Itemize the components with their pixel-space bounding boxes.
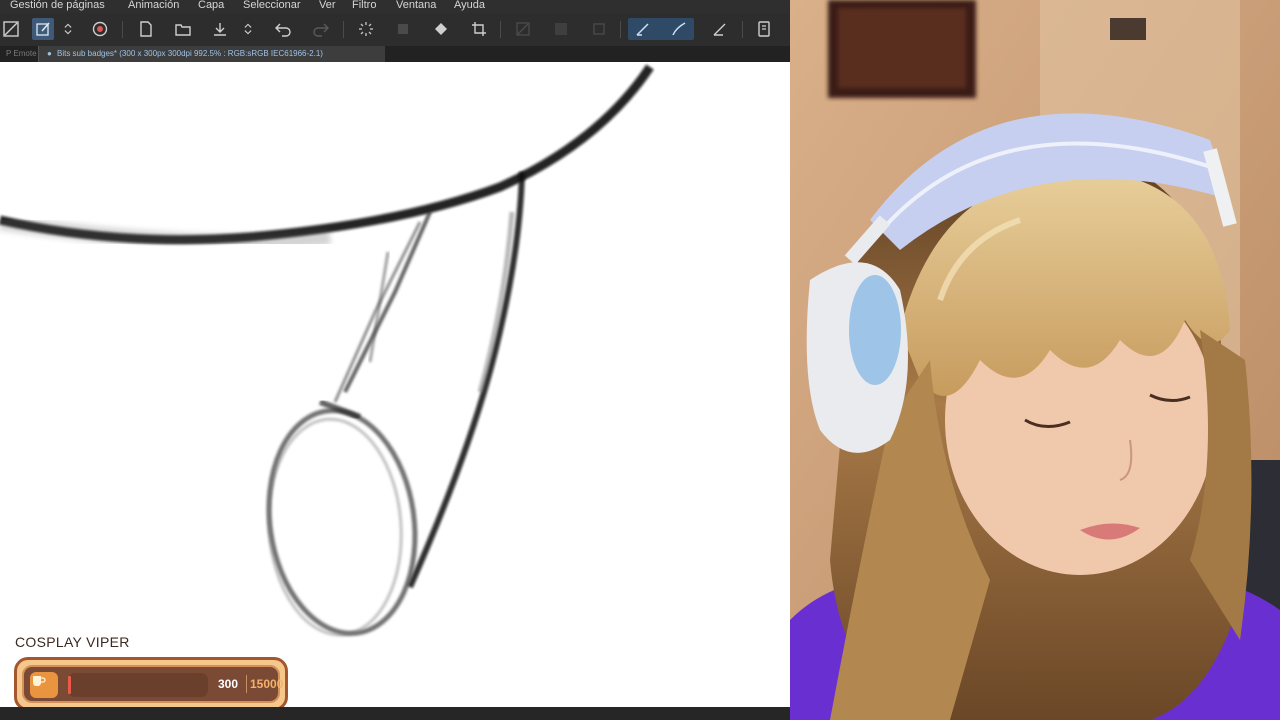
pencil-icon[interactable] xyxy=(709,18,731,40)
command-toolbar xyxy=(0,13,790,46)
coffee-cup-icon xyxy=(30,672,58,698)
pen-icon xyxy=(636,23,649,36)
document-title: Bits sub badges* (300 x 300px 300dpi 992… xyxy=(57,49,323,58)
streamer-video xyxy=(790,0,1280,720)
chevron-updown-icon[interactable] xyxy=(241,18,255,40)
goal-divider xyxy=(246,675,247,693)
toolbar-divider xyxy=(500,21,501,38)
webcam-feed xyxy=(790,0,1280,720)
status-strip xyxy=(0,707,790,720)
side-tab-label[interactable]: P Emote xyxy=(0,46,38,62)
tablet-icon[interactable] xyxy=(753,18,775,40)
fill-icon[interactable] xyxy=(392,18,414,40)
redo-icon[interactable] xyxy=(310,18,332,40)
open-folder-icon[interactable] xyxy=(172,18,194,40)
active-dot-icon: ● xyxy=(47,49,52,58)
sketch-strokes xyxy=(0,64,654,637)
save-icon[interactable] xyxy=(209,18,231,40)
select-icon[interactable] xyxy=(550,18,572,40)
bucket-icon[interactable] xyxy=(430,18,452,40)
goal-progress-fill xyxy=(68,676,71,694)
goal-current-value: 300 xyxy=(218,677,239,691)
menu-item-view[interactable]: Ver xyxy=(319,0,336,11)
menu-item-filter[interactable]: Filtro xyxy=(352,0,376,11)
menu-item-layer[interactable]: Capa xyxy=(198,0,224,11)
toolbar-divider xyxy=(620,21,621,38)
crop-icon[interactable] xyxy=(468,18,490,40)
menu-item-window[interactable]: Ventana xyxy=(396,0,436,11)
no-select-icon[interactable] xyxy=(512,18,534,40)
transform-icon[interactable] xyxy=(0,18,22,40)
menu-item-help[interactable]: Ayuda xyxy=(454,0,485,11)
goal-inner-panel: 300 15000 xyxy=(22,665,284,703)
goal-title: COSPLAY VIPER xyxy=(15,634,130,650)
toolbar-divider xyxy=(343,21,344,38)
document-tab-bar: P Emote ● Bits sub badges* (300 x 300px … xyxy=(0,46,790,62)
brush-icon xyxy=(672,22,686,36)
menu-item-animation[interactable]: Animación xyxy=(128,0,179,11)
layer-icon[interactable] xyxy=(89,18,111,40)
document-tab[interactable]: ● Bits sub badges* (300 x 300px 300dpi 9… xyxy=(38,46,385,62)
goal-progress-widget: 300 15000 xyxy=(14,657,288,707)
toolbar-divider xyxy=(122,21,123,38)
goal-target-value: 15000 xyxy=(250,677,284,691)
goal-progress-track xyxy=(68,673,208,697)
menu-item-select[interactable]: Seleccionar xyxy=(243,0,300,11)
new-file-icon[interactable] xyxy=(135,18,157,40)
square-icon[interactable] xyxy=(588,18,610,40)
undo-icon[interactable] xyxy=(272,18,294,40)
toolbar-divider xyxy=(742,21,743,38)
pen-tool-group[interactable] xyxy=(628,18,694,40)
chevron-updown-icon[interactable] xyxy=(61,18,75,40)
menu-bar: Gestión de páginas Animación Capa Selecc… xyxy=(0,0,790,13)
loading-icon[interactable] xyxy=(355,18,377,40)
menu-item-pages[interactable]: Gestión de páginas xyxy=(10,0,105,11)
drawing-canvas[interactable]: COSPLAY VIPER 300 15000 xyxy=(0,62,790,707)
drawing-app-window: Gestión de páginas Animación Capa Selecc… xyxy=(0,0,790,720)
edit-icon[interactable] xyxy=(32,18,54,40)
